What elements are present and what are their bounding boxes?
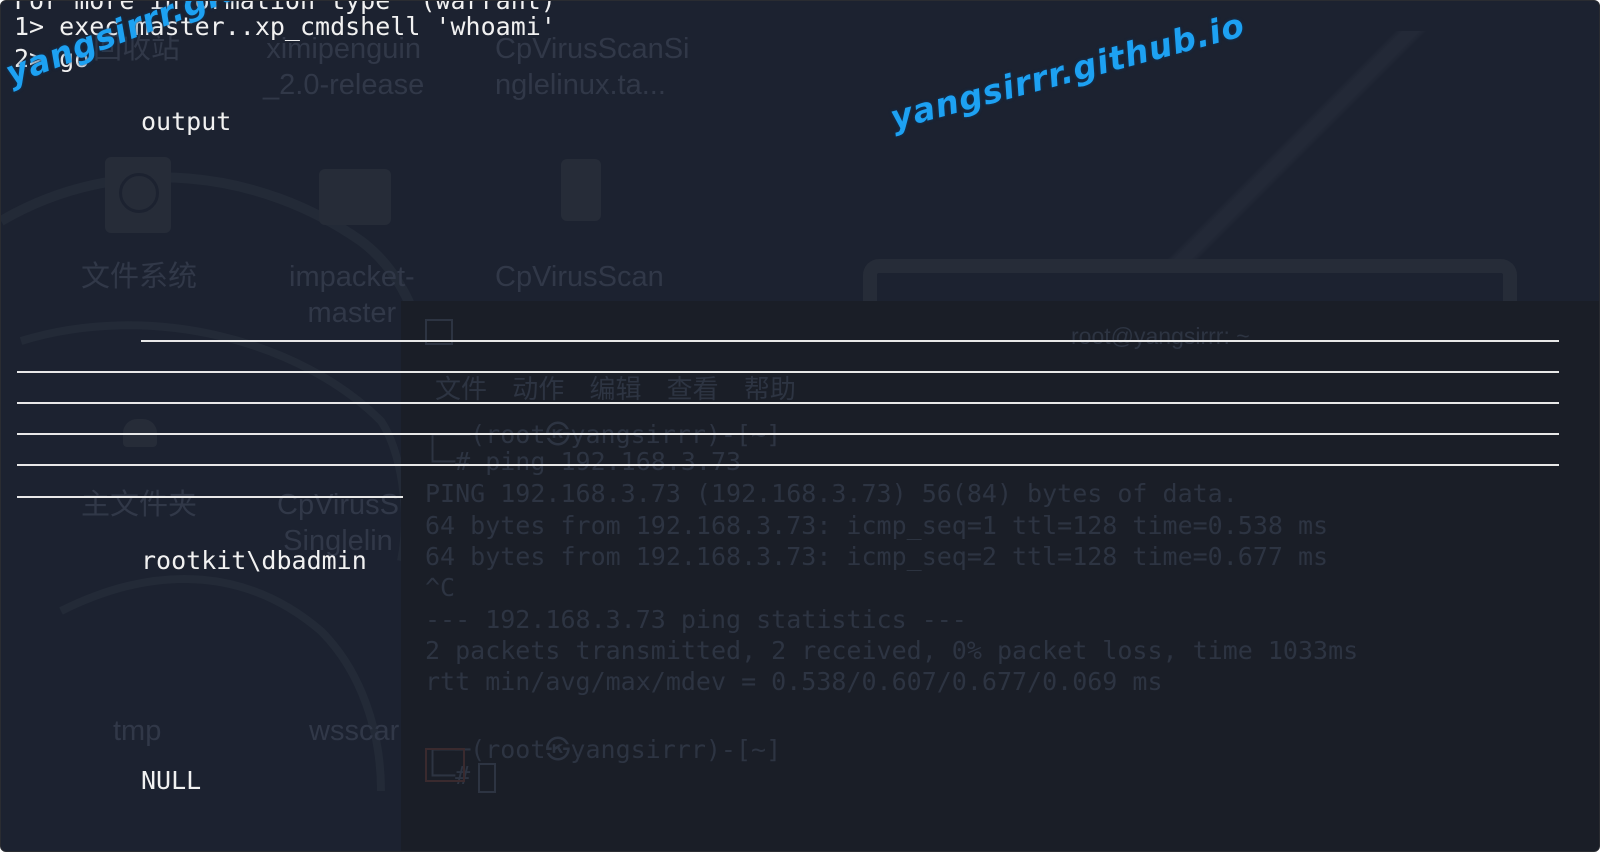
output-separator [17,496,403,498]
output-separator [17,402,1559,404]
output-separator [141,340,1559,342]
screenshot-frame: 回收站 ximipenguin _2.0-release CpVirusScan… [0,0,1600,852]
output-row-value: rootkit\dbadmin [141,546,367,575]
output-separator [17,464,1559,466]
output-separator [17,433,1559,435]
output-column-header: output [141,107,232,136]
output-separator [17,371,1559,373]
sqlcmd-terminal[interactable]: For more information type "(warrant) 1> … [1,1,1599,851]
output-row-null: NULL [141,766,202,795]
